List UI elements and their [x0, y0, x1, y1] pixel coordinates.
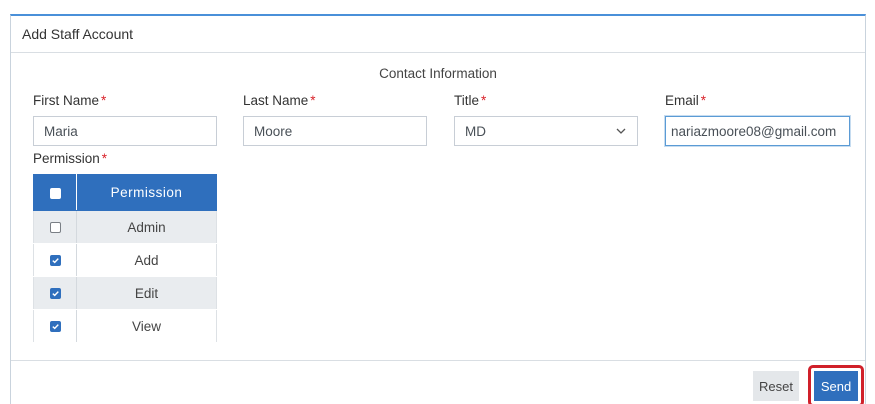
required-marker: *	[481, 93, 487, 108]
reset-button[interactable]: Reset	[753, 371, 799, 401]
add-staff-panel: Add Staff Account Contact Information Fi…	[10, 14, 866, 404]
page: Add Staff Account Contact Information Fi…	[0, 0, 875, 404]
first-name-label: First Name *	[33, 93, 106, 108]
permission-table-header: Permission	[33, 174, 217, 211]
permission-label: Permission *	[33, 151, 107, 166]
required-marker: *	[101, 151, 108, 166]
required-marker: *	[700, 93, 707, 108]
permission-checkbox-add[interactable]	[49, 255, 61, 267]
email-input[interactable]	[665, 116, 850, 146]
permission-row: Admin	[33, 210, 217, 244]
first-name-input[interactable]	[33, 116, 217, 146]
check-icon	[51, 324, 59, 330]
email-label: Email *	[665, 93, 706, 108]
check-icon	[51, 291, 59, 297]
required-marker: *	[310, 93, 316, 108]
panel-footer: Reset Send	[11, 360, 865, 404]
select-all-cell	[33, 174, 77, 211]
permission-name: Add	[76, 243, 217, 277]
permission-label-text: Permission	[33, 151, 100, 166]
send-button[interactable]: Send	[814, 371, 858, 401]
permission-checkbox-edit[interactable]	[49, 288, 61, 300]
section-title: Contact Information	[379, 66, 497, 81]
last-name-input[interactable]	[243, 116, 427, 146]
title-select-value: MD	[465, 123, 486, 139]
permission-name: View	[76, 309, 217, 343]
last-name-label-text: Last Name	[243, 93, 309, 108]
select-all-checkbox[interactable]	[49, 187, 61, 199]
first-name-label-text: First Name	[33, 93, 100, 108]
permission-checkbox-view[interactable]	[49, 321, 61, 333]
last-name-label: Last Name *	[243, 93, 316, 108]
permission-row: Edit	[33, 276, 217, 310]
required-marker: *	[101, 93, 107, 108]
permission-checkbox-admin[interactable]	[49, 222, 61, 234]
title-label-text: Title	[454, 93, 480, 108]
chevron-down-icon	[615, 125, 627, 137]
email-label-text: Email	[665, 93, 699, 108]
permission-row: View	[33, 309, 217, 343]
panel-header: Add Staff Account	[11, 16, 865, 53]
permission-table: Permission Admin Add Edit View	[33, 174, 217, 343]
permission-row: Add	[33, 243, 217, 277]
permission-name: Admin	[76, 210, 217, 244]
title-label: Title *	[454, 93, 486, 108]
panel-title: Add Staff Account	[22, 26, 134, 42]
check-icon	[51, 258, 59, 264]
title-select[interactable]: MD	[454, 116, 638, 146]
permission-column-header: Permission	[76, 174, 217, 211]
permission-name: Edit	[76, 276, 217, 310]
